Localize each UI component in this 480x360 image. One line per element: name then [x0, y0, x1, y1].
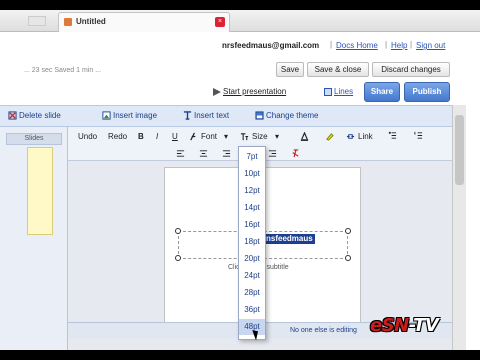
- browser-tab-strip: Untitled ×: [0, 10, 480, 32]
- font-icon: [190, 132, 196, 141]
- watermark-suffix: TV: [413, 315, 439, 336]
- resize-handle[interactable]: [175, 255, 181, 261]
- start-presentation-link[interactable]: Start presentation: [223, 87, 286, 96]
- font-size-option[interactable]: 20pt: [239, 251, 265, 267]
- separator: |: [330, 40, 333, 49]
- account-email: nrsfeedmaus@gmail.com: [222, 41, 320, 50]
- close-tab-icon[interactable]: ×: [215, 17, 225, 27]
- letterbox-top: [0, 0, 480, 10]
- slide-panel: Slides: [0, 127, 68, 350]
- selected-text[interactable]: nsfeedmaus: [264, 234, 315, 244]
- font-size-option[interactable]: 12pt: [239, 183, 265, 199]
- numbered-list-icon[interactable]: [414, 131, 423, 140]
- font-size-option[interactable]: 10pt: [239, 166, 265, 182]
- font-size-option[interactable]: 24pt: [239, 268, 265, 284]
- sign-out-link[interactable]: Sign out: [416, 41, 445, 50]
- favicon-icon: [64, 18, 72, 26]
- revisions-icon: [324, 88, 332, 96]
- font-menu-button[interactable]: Font: [201, 132, 217, 141]
- bullet-list-icon[interactable]: [388, 131, 397, 140]
- size-menu-button[interactable]: Size: [252, 132, 268, 141]
- font-size-option[interactable]: 16pt: [239, 217, 265, 233]
- save-status: ... 23 sec Saved 1 min ...: [24, 67, 102, 74]
- watermark-prefix: e: [370, 315, 382, 336]
- dropdown-arrow-icon: ▾: [224, 132, 229, 141]
- scrollbar-thumb[interactable]: [455, 115, 464, 185]
- theme-icon: [255, 111, 264, 120]
- slide-panel-header: Slides: [6, 133, 62, 145]
- screen: Untitled × nrsfeedmaus@gmail.com | Docs …: [0, 0, 480, 360]
- font-size-option[interactable]: 28pt: [239, 285, 265, 301]
- discard-changes-button[interactable]: Discard changes: [372, 62, 450, 77]
- text-icon: [183, 111, 192, 120]
- align-left-icon[interactable]: [176, 149, 185, 158]
- italic-button[interactable]: I: [156, 132, 158, 141]
- font-size-option[interactable]: 48pt: [239, 319, 265, 335]
- resize-handle[interactable]: [345, 255, 351, 261]
- new-tab-button[interactable]: [28, 16, 46, 26]
- revisions-link[interactable]: Lines: [334, 87, 353, 96]
- separator: |: [385, 40, 388, 49]
- delete-slide-button[interactable]: Delete slide: [19, 111, 61, 120]
- indent-icon[interactable]: [268, 149, 277, 158]
- docs-home-link[interactable]: Docs Home: [336, 41, 378, 50]
- underline-button[interactable]: U: [172, 132, 178, 141]
- save-close-button[interactable]: Save & close: [307, 62, 369, 77]
- slide-thumbnail[interactable]: [27, 147, 53, 235]
- highlight-icon[interactable]: [325, 132, 334, 141]
- document-header: ... 23 sec Saved 1 min ... Save Save & c…: [0, 58, 480, 80]
- letterbox-bottom: [0, 350, 480, 360]
- font-size-icon: [240, 133, 249, 141]
- watermark-brand: SN: [381, 315, 410, 336]
- undo-button[interactable]: Undo: [78, 132, 97, 141]
- font-size-option[interactable]: 14pt: [239, 200, 265, 216]
- tab-title: Untitled: [76, 17, 106, 26]
- align-right-icon[interactable]: [222, 149, 231, 158]
- font-size-option[interactable]: 7pt: [239, 149, 265, 165]
- watermark-logo: eSN-TV: [370, 315, 439, 336]
- text-color-icon[interactable]: [300, 132, 309, 141]
- save-button[interactable]: Save: [276, 62, 304, 77]
- help-link[interactable]: Help: [391, 41, 407, 50]
- font-size-option[interactable]: 36pt: [239, 302, 265, 318]
- resize-handle[interactable]: [175, 228, 181, 234]
- collaboration-status: No one else is editing: [290, 327, 357, 334]
- image-icon: [102, 111, 111, 120]
- font-size-dropdown[interactable]: 7pt 10pt 12pt 14pt 16pt 18pt 20pt 24pt 2…: [238, 146, 266, 340]
- play-icon: [213, 88, 221, 96]
- presentation-bar: Start presentation Lines Share Publish: [0, 80, 480, 104]
- resize-handle[interactable]: [345, 228, 351, 234]
- dropdown-arrow-icon: ▾: [275, 132, 280, 141]
- remove-format-icon[interactable]: [291, 149, 300, 158]
- change-theme-button[interactable]: Change theme: [266, 111, 318, 120]
- redo-button[interactable]: Redo: [108, 132, 127, 141]
- action-bar: Delete slide Insert image Insert text Ch…: [0, 105, 452, 127]
- link-button[interactable]: Link: [358, 132, 373, 141]
- share-button[interactable]: Share: [364, 82, 400, 102]
- insert-image-button[interactable]: Insert image: [113, 111, 157, 120]
- browser-tab[interactable]: Untitled ×: [58, 12, 230, 32]
- separator: |: [410, 40, 413, 49]
- publish-button[interactable]: Publish: [404, 82, 450, 102]
- font-size-option[interactable]: 18pt: [239, 234, 265, 250]
- account-bar: nrsfeedmaus@gmail.com | Docs Home | Help…: [0, 33, 480, 57]
- align-center-icon[interactable]: [199, 149, 208, 158]
- delete-icon: [8, 111, 17, 120]
- insert-text-button[interactable]: Insert text: [194, 111, 229, 120]
- vertical-scrollbar[interactable]: [452, 105, 466, 350]
- link-icon: [346, 134, 355, 139]
- bold-button[interactable]: B: [138, 132, 144, 141]
